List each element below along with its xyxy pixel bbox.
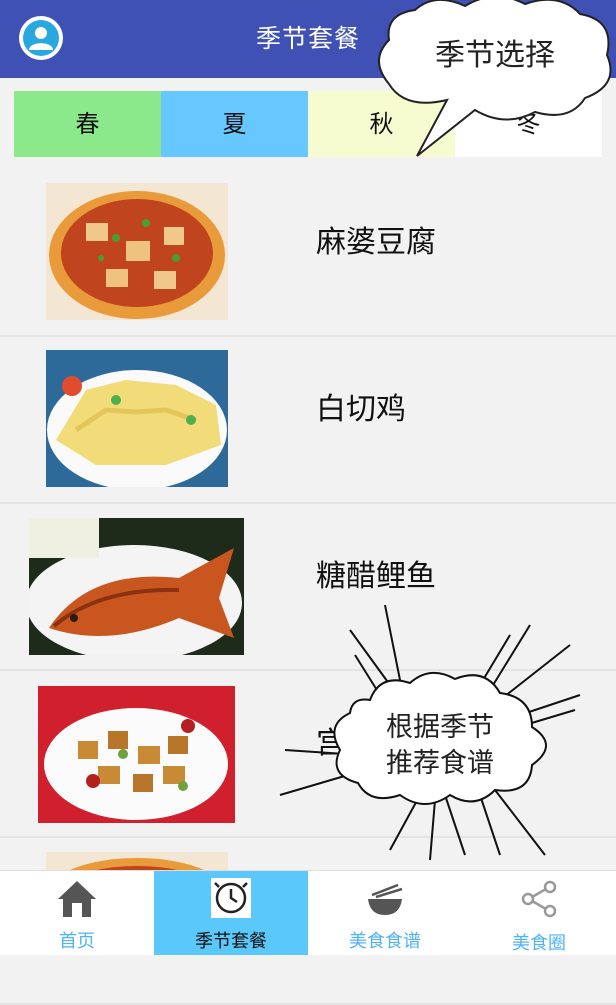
nav-item-circle[interactable]: 美食圈 xyxy=(462,871,616,955)
bottom-nav: 首页 季节套餐 美食食谱 美食圈 xyxy=(0,870,616,955)
kung-pao-chicken-photo xyxy=(38,686,235,823)
list-item[interactable]: 白切鸡 xyxy=(0,337,616,504)
dish-name: 白切鸡 xyxy=(316,392,406,427)
callout-recommend-line1: 根据季节 xyxy=(386,712,494,743)
callout-recommend-line2: 推荐食谱 xyxy=(386,748,494,779)
nav-item-home[interactable]: 首页 xyxy=(0,871,154,955)
list-item[interactable]: 麻婆豆腐 xyxy=(0,170,616,337)
tab-spring[interactable]: 春 xyxy=(14,91,161,157)
bowl-icon xyxy=(364,883,406,921)
white-cut-chicken-photo xyxy=(46,350,228,487)
clock-icon xyxy=(210,877,252,923)
home-icon xyxy=(56,879,98,923)
mapo-tofu-photo xyxy=(46,183,228,320)
recommend-callout: 根据季节 推荐食谱 xyxy=(270,605,590,865)
share-icon xyxy=(519,879,559,923)
nav-item-seasonal[interactable]: 季节套餐 xyxy=(154,871,308,955)
nav-label-home: 首页 xyxy=(59,931,95,952)
nav-label-recipes: 美食食谱 xyxy=(349,931,421,952)
tab-summer[interactable]: 夏 xyxy=(161,91,308,157)
nav-label-seasonal: 季节套餐 xyxy=(195,931,267,952)
dish-name: 糖醋鲤鱼 xyxy=(316,559,436,594)
nav-label-circle: 美食圈 xyxy=(512,933,566,954)
sweet-sour-carp-photo xyxy=(29,518,244,655)
nav-item-recipes[interactable]: 美食食谱 xyxy=(308,871,462,955)
season-select-callout: 季节选择 xyxy=(375,0,616,160)
callout-season-select: 季节选择 xyxy=(435,38,555,73)
dish-name: 麻婆豆腐 xyxy=(316,225,436,260)
